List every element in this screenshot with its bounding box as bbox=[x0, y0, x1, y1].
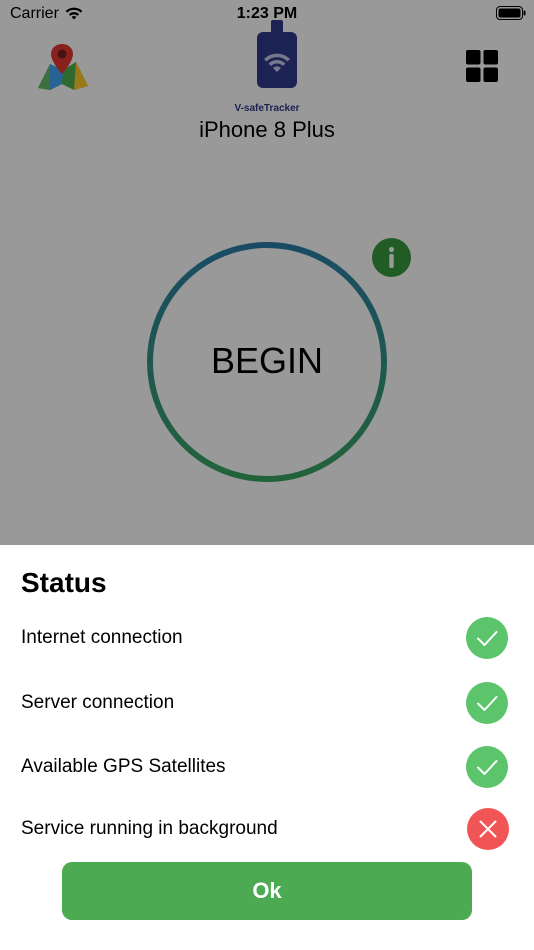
checkmark-icon bbox=[466, 617, 508, 659]
status-row-label: Service running in background bbox=[21, 818, 278, 839]
checkmark-icon bbox=[466, 746, 508, 788]
status-row-server: Server connection bbox=[0, 681, 534, 725]
status-sheet: Status Internet connection Server connec… bbox=[0, 545, 534, 950]
error-x-icon bbox=[467, 808, 509, 850]
status-row-label: Server connection bbox=[21, 692, 175, 713]
checkmark-icon bbox=[466, 682, 508, 724]
status-row-label: Available GPS Satellites bbox=[21, 756, 226, 777]
ok-button[interactable]: Ok bbox=[62, 862, 472, 920]
status-row-gps: Available GPS Satellites bbox=[0, 745, 534, 789]
dim-overlay[interactable] bbox=[0, 0, 534, 545]
status-row-internet: Internet connection bbox=[0, 616, 534, 660]
status-title: Status bbox=[21, 567, 107, 598]
status-row-background-service: Service running in background bbox=[0, 807, 534, 851]
status-row-label: Internet connection bbox=[21, 627, 183, 648]
